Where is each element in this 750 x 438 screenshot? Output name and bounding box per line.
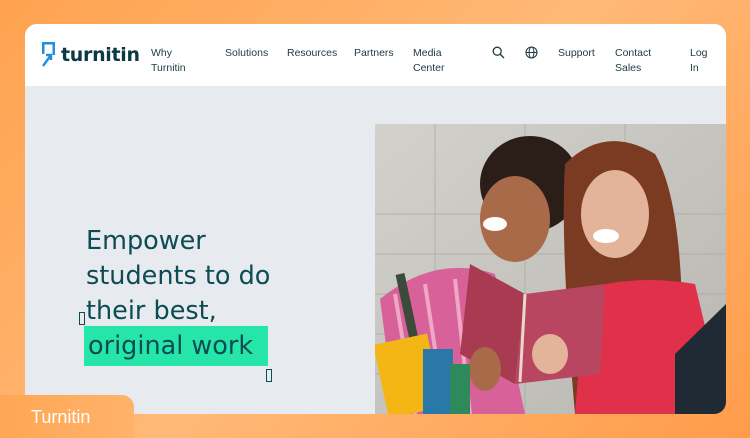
turnitin-logo-icon (42, 42, 55, 67)
nav-contact-line1: Contact (615, 47, 652, 59)
selection-handle-start[interactable] (79, 312, 85, 325)
headline-line-1: Empower (86, 226, 206, 256)
nav-partners[interactable]: Partners (354, 46, 394, 61)
nav-media-center[interactable]: Media Center (413, 46, 445, 76)
turnitin-logo[interactable]: turnitin (40, 41, 140, 68)
nav-contact-sales[interactable]: Contact Sales (615, 46, 651, 76)
headline-highlight: original work (88, 331, 254, 361)
nav-log-in[interactable]: Log In (690, 46, 708, 76)
headline-line-2: students to do (86, 261, 271, 291)
selection-handle-end[interactable] (266, 369, 272, 382)
browser-frame: turnitin Why Turnitin Solutions Resource… (25, 24, 726, 414)
nav-solutions[interactable]: Solutions (225, 46, 268, 61)
nav-media-line2: Center (413, 62, 445, 74)
hero-photo-students-reading (375, 124, 726, 414)
nav-login-line2: In (690, 62, 699, 74)
search-icon[interactable] (492, 46, 505, 64)
nav-why-line1: Why (151, 47, 172, 59)
nav-login-line1: Log (690, 47, 708, 59)
nav-resources[interactable]: Resources (287, 46, 337, 61)
turnitin-label-badge: Turnitin (0, 395, 134, 438)
nav-why-line2: Turnitin (151, 62, 186, 74)
nav-media-line1: Media (413, 47, 442, 59)
nav-contact-line2: Sales (615, 62, 642, 74)
globe-icon[interactable] (525, 46, 538, 64)
top-navigation: turnitin Why Turnitin Solutions Resource… (25, 24, 726, 86)
hero-headline: Empower students to do their best, (86, 224, 346, 329)
nav-why-turnitin[interactable]: Why Turnitin (151, 46, 186, 76)
logo-wordmark: turnitin (61, 43, 140, 66)
headline-line-3: their best, (86, 296, 217, 326)
nav-support[interactable]: Support (558, 46, 595, 61)
